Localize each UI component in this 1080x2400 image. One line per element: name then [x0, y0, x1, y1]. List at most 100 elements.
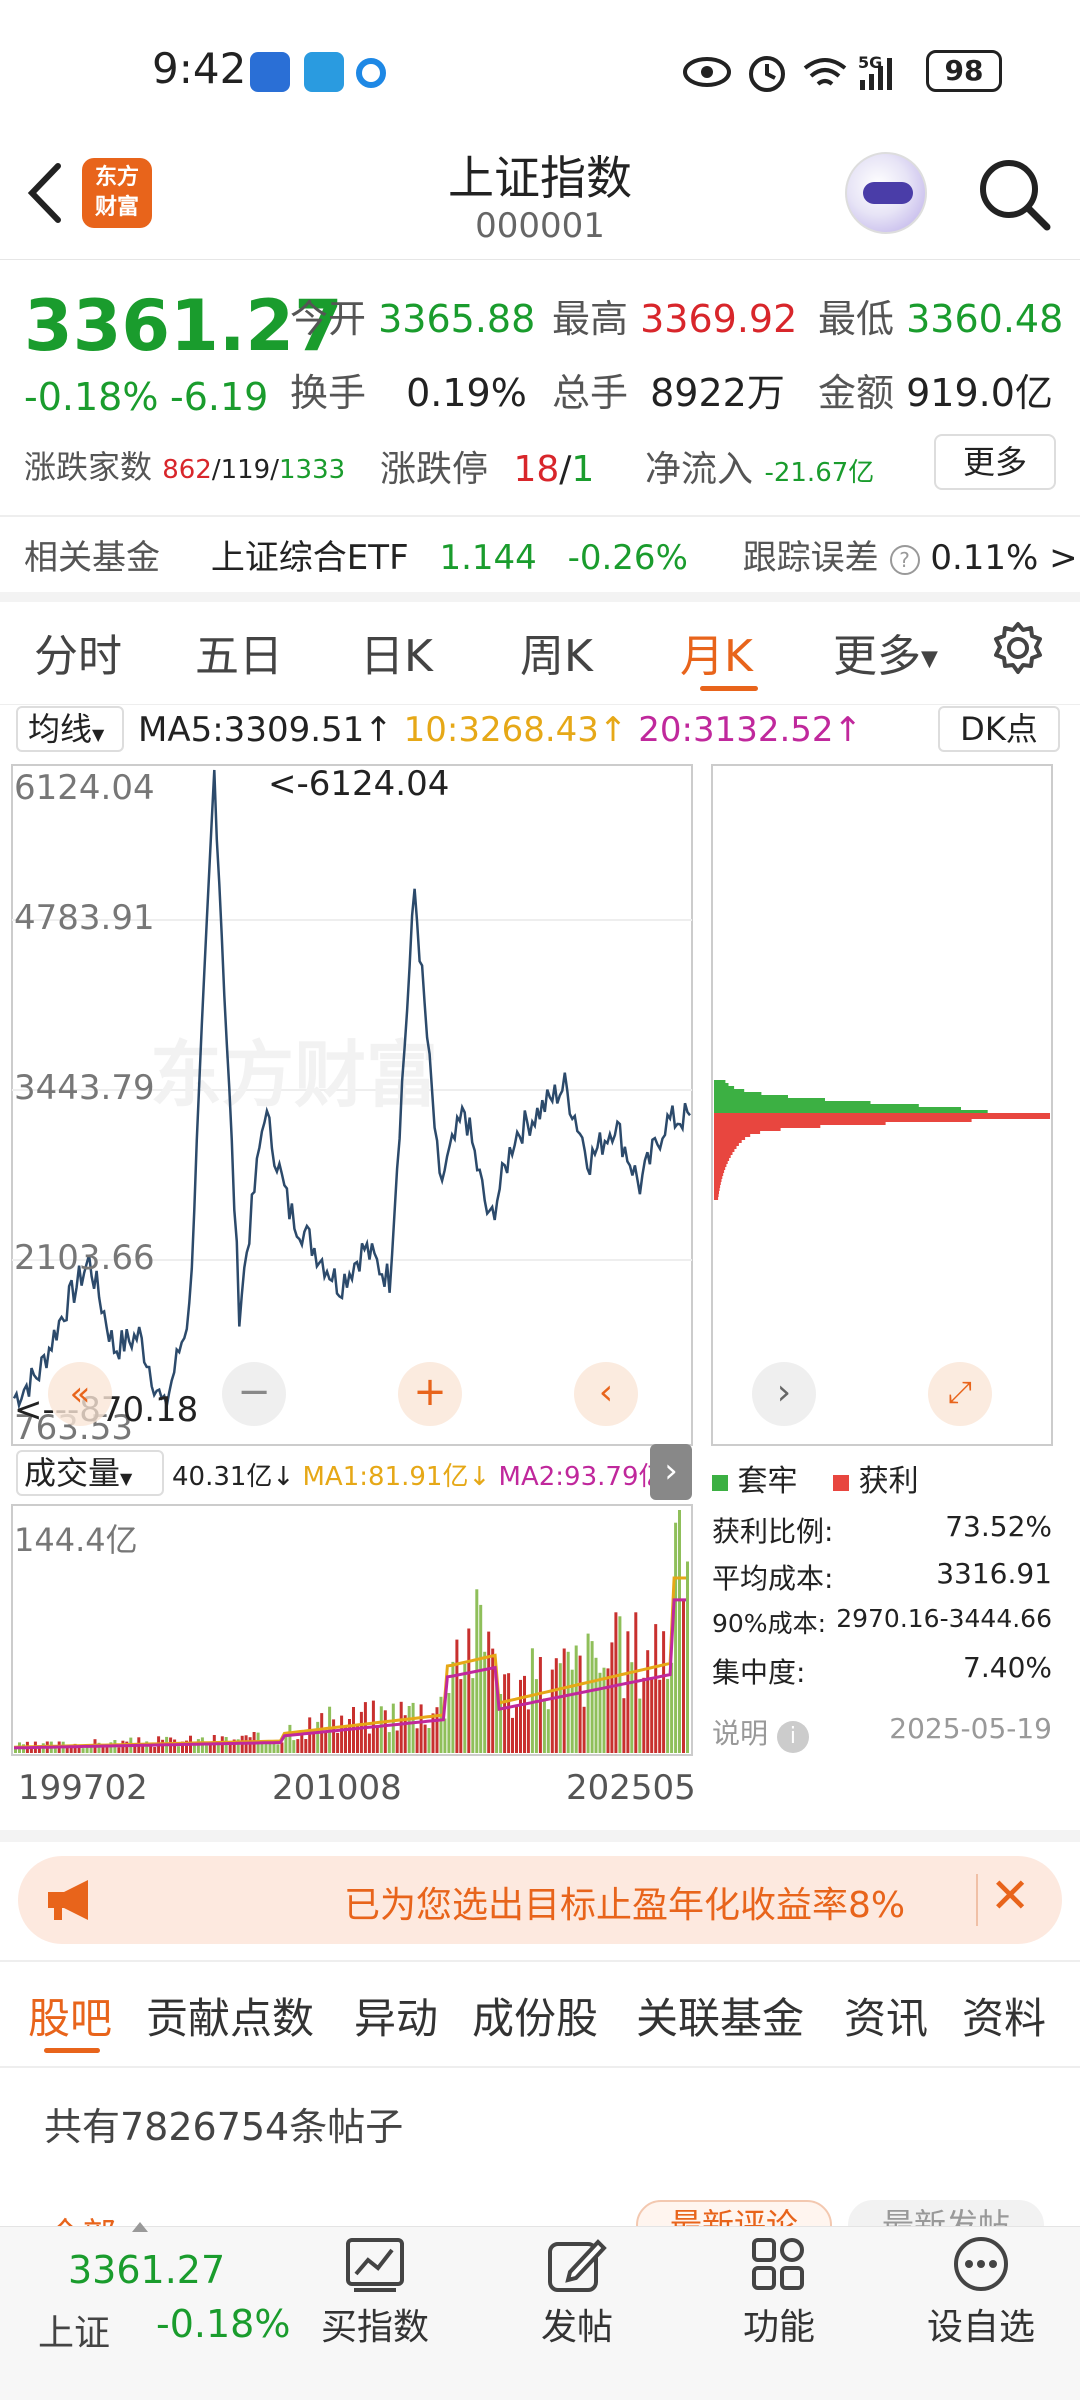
volume-bar	[511, 1717, 514, 1753]
chip-bar	[714, 1182, 721, 1185]
zoom-out-button[interactable]: −	[222, 1362, 286, 1426]
volume-bar	[196, 1739, 200, 1753]
tab-intraday[interactable]: 分时	[34, 620, 122, 684]
tab-related-funds[interactable]: 关联基金	[636, 1985, 804, 2046]
related-fund-row[interactable]: 相关基金 上证综合ETF 1.144 -0.26% 跟踪误差 ? 0.11% >	[24, 530, 1078, 579]
bottom-price[interactable]: 3361.27	[68, 2248, 225, 2292]
volume-bar	[503, 1674, 507, 1753]
functions-button[interactable]: 功能	[714, 2236, 844, 2350]
volume-bar	[359, 1711, 363, 1753]
tab-news[interactable]: 资讯	[844, 1985, 928, 2046]
chip-bar	[714, 1125, 821, 1128]
expand-caret-icon[interactable]	[132, 2222, 148, 2232]
chip-bar	[714, 1113, 1050, 1116]
volume-bar	[415, 1728, 419, 1753]
tab-weekly-k[interactable]: 周K	[520, 620, 593, 684]
volume-bar	[383, 1710, 387, 1753]
tab-contribution[interactable]: 贡献点数	[146, 1985, 314, 2046]
scroll-far-left-button[interactable]: «	[48, 1362, 112, 1426]
chip-bar	[714, 1179, 722, 1182]
volume-values: 40.31亿↓ MA1:81.91亿↓ MA2:93.79亿↓	[172, 1462, 686, 1492]
volume-bar	[177, 1746, 180, 1753]
promo-banner[interactable]: 已为您选出目标止盈年化收益率8% ✕	[18, 1856, 1062, 1944]
volume-bar	[173, 1739, 177, 1753]
dk-points-button[interactable]: DK点	[938, 706, 1060, 752]
tab-more[interactable]: 更多▼	[833, 620, 938, 684]
volume-bar	[379, 1706, 383, 1753]
chip-bar	[714, 1119, 972, 1122]
zoom-in-button[interactable]: +	[398, 1362, 462, 1426]
volume-bar	[678, 1510, 681, 1753]
stat-label: 集中度:	[712, 1656, 806, 1689]
volume-bar	[590, 1641, 594, 1753]
tab-profile[interactable]: 资料	[962, 1985, 1046, 2046]
help-icon[interactable]: ?	[889, 544, 920, 575]
tab-anomaly[interactable]: 异动	[354, 1985, 438, 2046]
date-axis-label: 202505	[566, 1768, 696, 1808]
tab-daily-k[interactable]: 日K	[360, 620, 433, 684]
post-button[interactable]: 发帖	[512, 2236, 642, 2350]
volume-bar	[375, 1726, 379, 1753]
volume-bar	[670, 1662, 674, 1753]
tab-five-day[interactable]: 五日	[195, 620, 283, 684]
chip-bar	[714, 1191, 719, 1194]
volume-bar	[642, 1677, 646, 1753]
fullscreen-icon[interactable]: ⤢	[928, 1362, 992, 1426]
add-watchlist-button[interactable]: 设自选	[916, 2236, 1046, 2350]
chip-bar	[714, 1101, 871, 1104]
volume-bar	[336, 1732, 340, 1753]
date-axis-label: 199702	[18, 1768, 148, 1808]
volume-bar	[558, 1663, 562, 1753]
volume-axis-label: 144.4亿	[14, 1521, 138, 1559]
fund-name[interactable]: 上证综合ETF	[211, 538, 409, 578]
volume-bar	[419, 1704, 423, 1753]
chip-bar	[714, 1173, 724, 1176]
volume-bar	[399, 1701, 403, 1753]
sync-icon	[356, 58, 386, 88]
search-icon[interactable]	[975, 155, 1055, 235]
volume-bar	[471, 1678, 475, 1753]
buy-index-button[interactable]: 买指数	[310, 2236, 440, 2350]
indicator-selector[interactable]: 均线▼	[16, 706, 124, 752]
low-label: 最低	[818, 297, 895, 341]
post-label: 发帖	[540, 2307, 613, 2348]
high-value: 3369.92	[640, 297, 798, 341]
expand-panel-button[interactable]: ›	[650, 1444, 692, 1500]
more-button[interactable]: 更多	[934, 434, 1056, 490]
volume-bar	[391, 1703, 395, 1753]
volume-bar	[316, 1721, 320, 1753]
volume-bar	[630, 1662, 634, 1753]
tab-monthly-k[interactable]: 月K	[680, 620, 753, 684]
price-axis-label: 2103.66	[14, 1238, 155, 1278]
volume-bar	[423, 1724, 427, 1753]
volume-selector[interactable]: 成交量▼	[16, 1450, 164, 1496]
volume-bar	[586, 1633, 590, 1753]
up-count: 862	[162, 455, 212, 485]
volume-bar	[340, 1715, 344, 1753]
volume-bar	[304, 1739, 308, 1753]
explain-link[interactable]: 说明 i	[712, 1712, 809, 1753]
volume-bar	[646, 1650, 650, 1753]
volume-bar	[598, 1672, 602, 1753]
scroll-right-button[interactable]: ›	[752, 1362, 816, 1426]
section-gap	[0, 1830, 1080, 1842]
profit-swatch	[833, 1475, 850, 1491]
chip-bar	[714, 1083, 729, 1086]
explain-label: 说明	[712, 1717, 769, 1750]
dropdown-caret-icon: ▼	[921, 646, 938, 672]
assistant-robot-avatar[interactable]	[845, 152, 927, 234]
chip-bar	[714, 1122, 886, 1125]
scroll-left-button[interactable]: ‹	[574, 1362, 638, 1426]
tab-forum[interactable]: 股吧	[28, 1985, 112, 2046]
divider	[0, 515, 1080, 517]
limit-label: 涨跌停	[380, 449, 489, 490]
distribution-date: 2025-05-19	[889, 1712, 1052, 1745]
chip-bar	[714, 1092, 762, 1095]
volume-bar	[153, 1747, 157, 1753]
volume-bar	[554, 1658, 558, 1753]
settings-gear-icon[interactable]	[990, 620, 1046, 676]
tab-constituents[interactable]: 成份股	[472, 1985, 598, 2046]
bottom-market: 上证	[38, 2313, 111, 2354]
banner-divider	[976, 1874, 978, 1926]
close-icon[interactable]: ✕	[990, 1868, 1030, 1924]
